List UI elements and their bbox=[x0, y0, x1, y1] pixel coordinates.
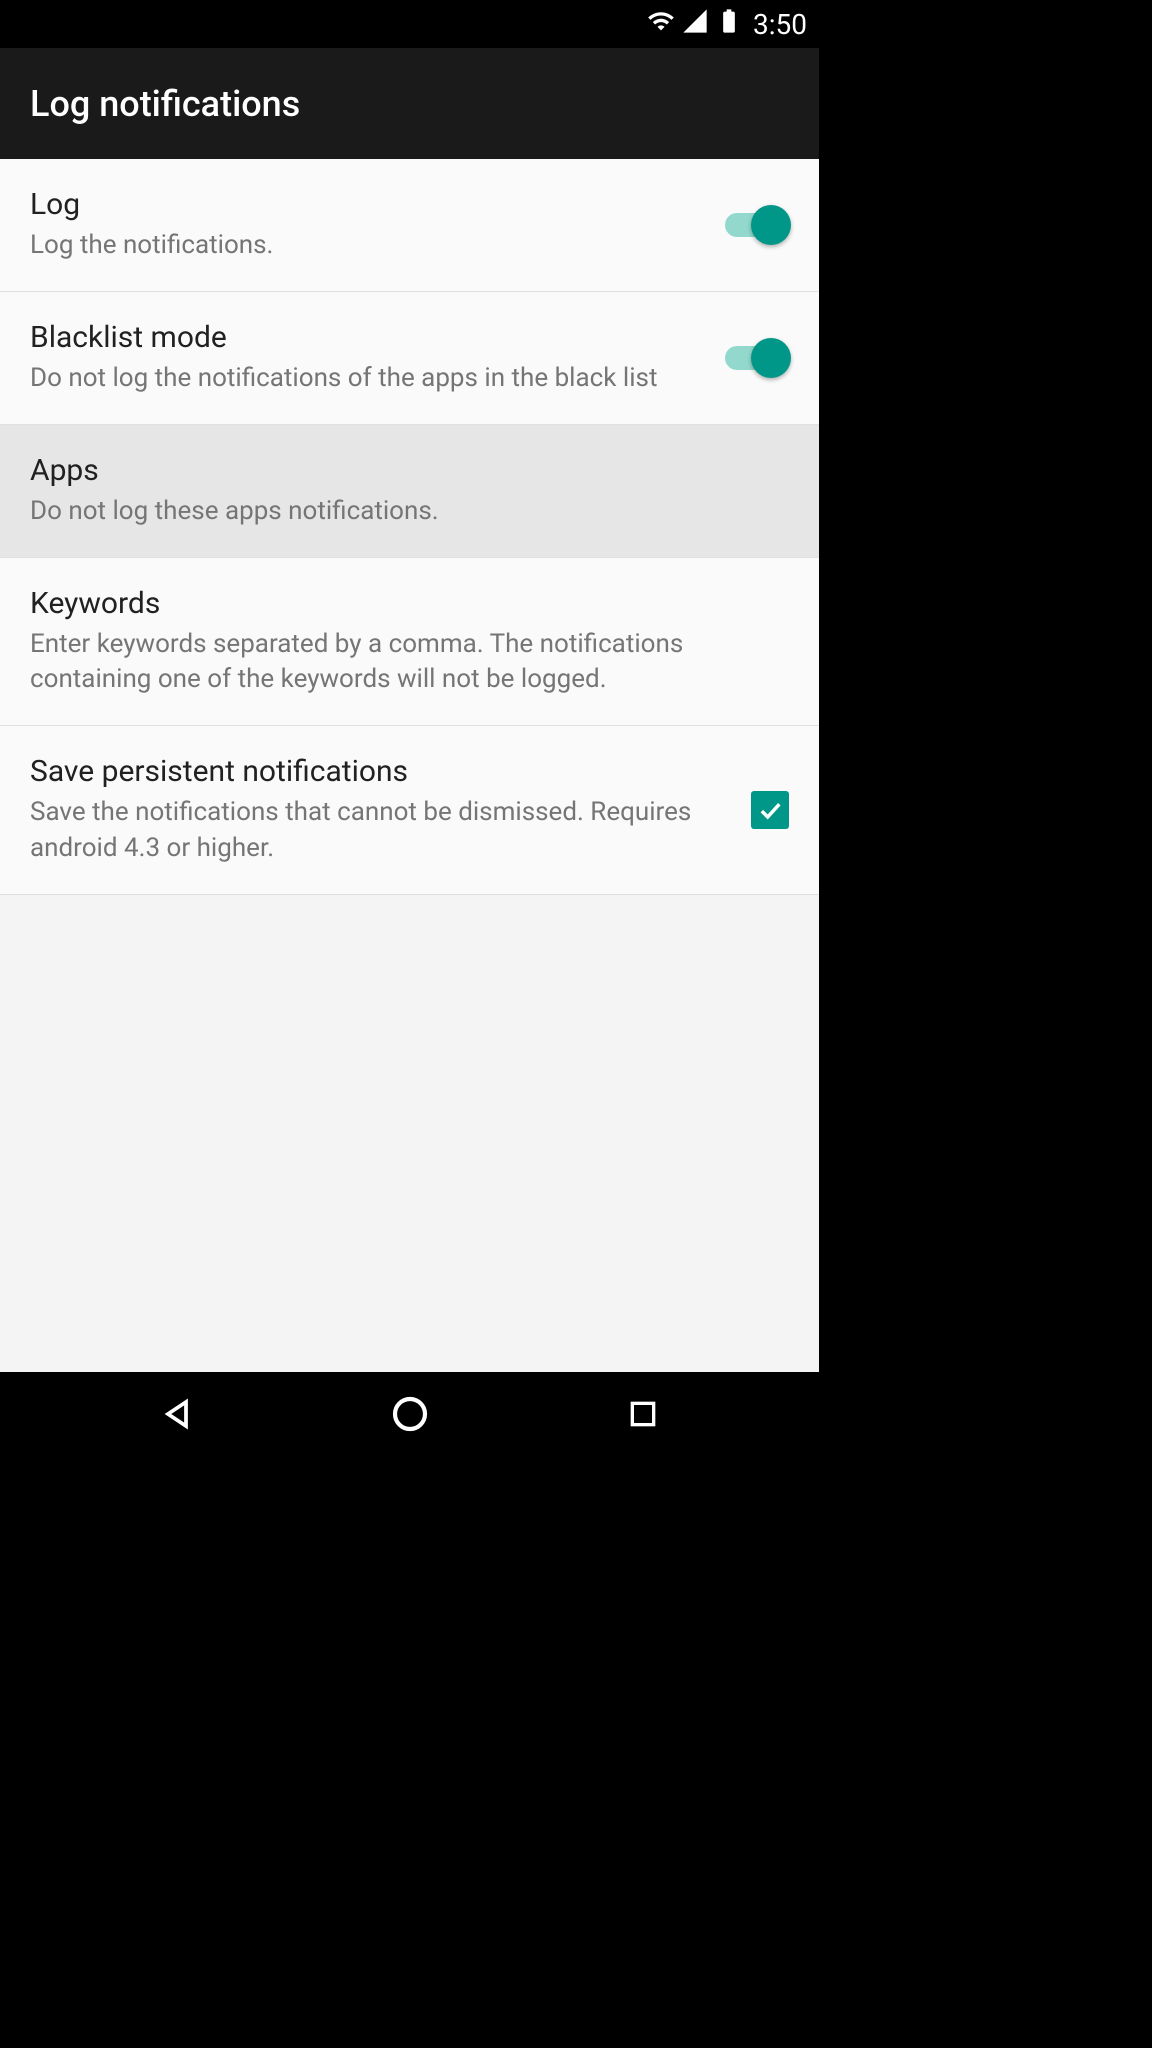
back-button[interactable] bbox=[147, 1384, 207, 1444]
setting-subtitle: Log the notifications. bbox=[30, 228, 701, 263]
page-title: Log notifications bbox=[30, 83, 300, 125]
signal-icon bbox=[681, 7, 709, 41]
setting-item-blacklist-mode[interactable]: Blacklist mode Do not log the notificati… bbox=[0, 292, 819, 425]
setting-title: Apps bbox=[30, 453, 789, 488]
setting-text: Apps Do not log these apps notifications… bbox=[30, 453, 789, 529]
checkbox[interactable] bbox=[751, 791, 789, 829]
setting-text: Blacklist mode Do not log the notificati… bbox=[30, 320, 701, 396]
recent-apps-button[interactable] bbox=[613, 1384, 673, 1444]
setting-item-save-persistent[interactable]: Save persistent notifications Save the n… bbox=[0, 726, 819, 894]
setting-subtitle: Do not log the notifications of the apps… bbox=[30, 361, 701, 396]
status-bar: 3:50 bbox=[0, 0, 819, 48]
setting-item-log[interactable]: Log Log the notifications. bbox=[0, 159, 819, 292]
setting-title: Log bbox=[30, 187, 701, 222]
toggle-switch[interactable] bbox=[725, 213, 789, 237]
setting-text: Log Log the notifications. bbox=[30, 187, 701, 263]
toggle-switch[interactable] bbox=[725, 346, 789, 370]
setting-subtitle: Save the notifications that cannot be di… bbox=[30, 795, 727, 865]
battery-icon bbox=[715, 7, 743, 41]
status-time: 3:50 bbox=[753, 8, 807, 41]
setting-item-apps[interactable]: Apps Do not log these apps notifications… bbox=[0, 425, 819, 558]
setting-title: Save persistent notifications bbox=[30, 754, 727, 789]
navigation-bar bbox=[0, 1372, 819, 1456]
setting-text: Save persistent notifications Save the n… bbox=[30, 754, 727, 865]
settings-list: Log Log the notifications. Blacklist mod… bbox=[0, 159, 819, 1372]
app-bar: Log notifications bbox=[0, 48, 819, 159]
setting-title: Keywords bbox=[30, 586, 789, 621]
setting-subtitle: Enter keywords separated by a comma. The… bbox=[30, 627, 789, 697]
setting-subtitle: Do not log these apps notifications. bbox=[30, 494, 789, 529]
setting-item-keywords[interactable]: Keywords Enter keywords separated by a c… bbox=[0, 558, 819, 726]
setting-text: Keywords Enter keywords separated by a c… bbox=[30, 586, 789, 697]
home-button[interactable] bbox=[380, 1384, 440, 1444]
wifi-icon bbox=[647, 7, 675, 41]
setting-title: Blacklist mode bbox=[30, 320, 701, 355]
